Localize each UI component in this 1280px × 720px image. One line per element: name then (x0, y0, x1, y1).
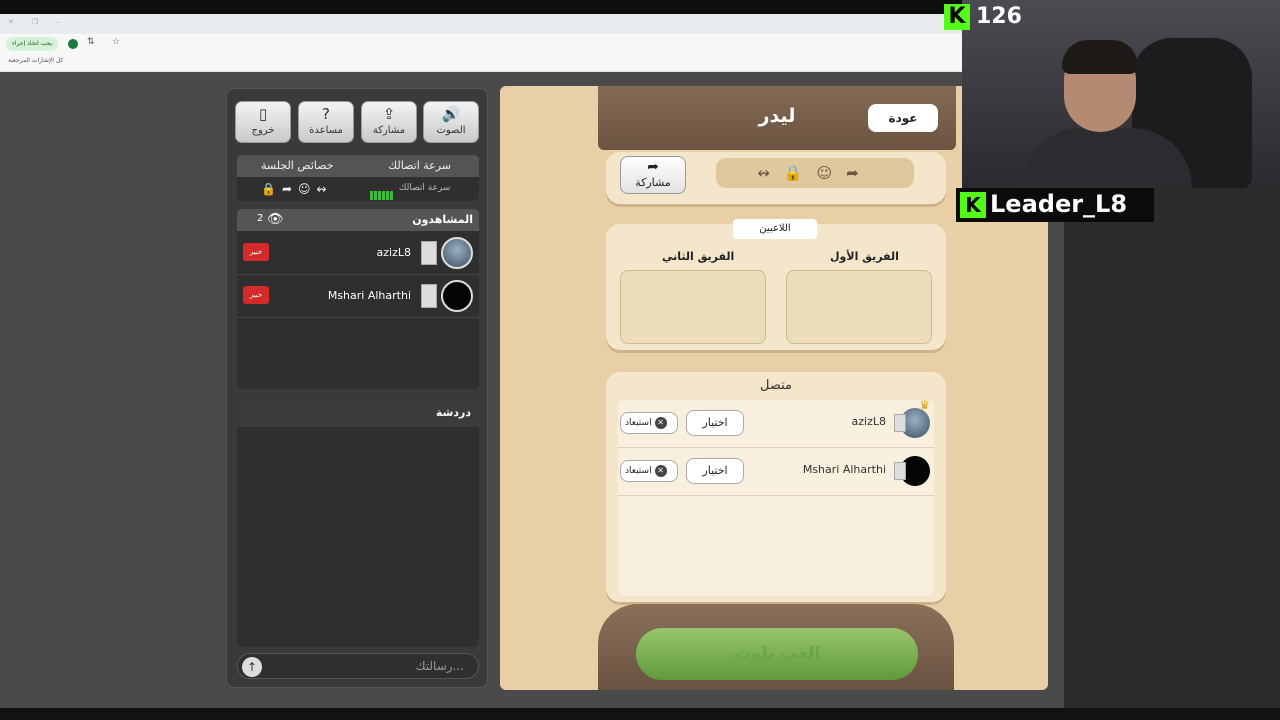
flag-icon (894, 414, 906, 432)
session-info-header: سرعة اتصالك خصائص الجلسة (237, 155, 479, 177)
viewer-row[interactable]: azizL8 خبير (237, 233, 479, 275)
profile-icon[interactable] (68, 39, 78, 49)
expert-badge: خبير (243, 243, 269, 261)
chat-panel: دردشة (237, 399, 479, 647)
online-players-list: ♛ azizL8 اختيار استبعاد ✕ Mshari Alharthi… (618, 398, 934, 596)
streamer-name: Leader_L8 (990, 190, 1128, 218)
kick-logo-icon: K (944, 4, 970, 30)
player-name: azizL8 (851, 415, 886, 428)
extensions-icon[interactable]: ⇅ (87, 37, 95, 47)
kick-button[interactable]: استبعاد ✕ (620, 412, 678, 434)
minimize-window-icon[interactable]: – (56, 18, 60, 26)
viewers-header: 2 👁 المشاهدون (237, 209, 479, 231)
flag-icon (421, 241, 437, 265)
viewers-panel: 2 👁 المشاهدون azizL8 خبير Mshari Alharth… (237, 209, 479, 389)
player-name: Mshari Alharthi (802, 463, 886, 476)
send-arrow-icon[interactable]: ↑ (242, 657, 262, 677)
connection-speed-header: سرعة اتصالك (388, 159, 451, 172)
list-item: ♛ azizL8 اختيار استبعاد ✕ (618, 398, 934, 448)
session-property-icons: 🔒➦☺↭ (261, 182, 333, 196)
session-info-box: سرعة اتصالك خصائص الجلسة 🔒➦☺↭ سرعة اتصال… (237, 155, 479, 201)
crown-icon: ♛ (919, 398, 930, 412)
exit-button[interactable]: ▯ خروج (235, 101, 291, 143)
team-two-slot[interactable] (620, 270, 766, 344)
bottom-strip (0, 708, 1280, 720)
browser-tabstrip: ✕ ❐ – (0, 14, 962, 34)
streamer-hair (1062, 40, 1138, 74)
team-one-label: الفريق الأول (830, 250, 899, 263)
chat-placeholder: رسالتك... (415, 659, 464, 673)
signal-bars-icon (370, 185, 394, 204)
connection-speed-label: سرعة اتصالك (399, 183, 451, 193)
play-baloot-button[interactable]: العب بلوت (636, 628, 918, 680)
viewer-name: azizL8 (376, 246, 411, 259)
share-icon: ⇪ (382, 105, 396, 123)
choose-button[interactable]: اختيار (686, 410, 744, 436)
eye-icon: 👁 (267, 212, 284, 227)
bookmark-star-icon[interactable]: ☆ (112, 37, 120, 47)
browser-titlebar (0, 0, 962, 14)
viewer-row[interactable]: Mshari Alharthi خبير (237, 276, 479, 318)
teams-card: اللاعبين الفريق الأول الفريق الثاني (606, 219, 946, 350)
list-item: Mshari Alharthi اختيار استبعاد ✕ (618, 448, 934, 496)
online-title: متصل (759, 378, 792, 393)
forward-arrow-icon: ➦ (647, 159, 659, 175)
online-card: متصل ♛ azizL8 اختيار استبعاد ✕ Mshari Alh… (606, 372, 946, 602)
chat-input[interactable]: ↑ رسالتك... (237, 653, 479, 679)
team-two-label: الفريق الثاني (662, 250, 735, 263)
viewers-count: 2 (257, 213, 264, 224)
team-one-slot[interactable] (786, 270, 932, 344)
streamer-name-tag: K Leader_L8 (956, 188, 1154, 222)
flag-icon (894, 462, 906, 480)
expert-badge: خبير (243, 286, 269, 304)
close-icon: ✕ (654, 464, 667, 477)
back-button[interactable]: عودة (868, 104, 938, 132)
chat-header: دردشة (237, 399, 479, 427)
close-icon: ✕ (654, 416, 667, 429)
bookmarks-bar: كل الإشارات المرجعية (0, 54, 962, 72)
speaker-icon: 🔊 (441, 105, 461, 123)
close-window-icon[interactable]: ✕ (8, 18, 14, 26)
all-bookmarks-link[interactable]: كل الإشارات المرجعية (8, 57, 63, 64)
kick-logo-icon: K (960, 192, 986, 218)
room-settings-icons[interactable]: ↭🔒☺➦ (716, 158, 914, 188)
choose-button[interactable]: اختيار (686, 458, 744, 484)
exit-icon: ▯ (258, 105, 268, 123)
viewer-name: Mshari Alharthi (327, 289, 411, 302)
lobby-header: ليدر عودة (598, 86, 956, 150)
room-share-button[interactable]: ➦ مشاركة (620, 156, 686, 194)
players-tag: اللاعبين (733, 219, 817, 239)
avatar (441, 237, 473, 269)
avatar (441, 280, 473, 312)
sound-button[interactable]: 🔊 الصوت (423, 101, 479, 143)
help-button[interactable]: ? مساعدة (298, 101, 354, 143)
follower-count: 126 (976, 4, 1022, 29)
session-properties-header: خصائص الجلسة (261, 159, 334, 172)
viewers-title: المشاهدون (412, 213, 473, 226)
chat-title: دردشة (435, 406, 471, 419)
room-options-card: ➦ مشاركة ↭🔒☺➦ (606, 152, 946, 204)
left-sidebar: 🔊 الصوت ⇪ مشاركة ? مساعدة ▯ خروج سرعة ات… (226, 88, 488, 688)
action-required-pill[interactable]: يجب اتخاذ إجراء (6, 37, 59, 51)
browser-toolbar: يجب اتخاذ إجراء ⇅ ☆ (0, 34, 962, 54)
help-icon: ? (322, 105, 330, 123)
flag-icon (421, 284, 437, 308)
restore-window-icon[interactable]: ❐ (32, 18, 38, 26)
follower-counter: K 126 (944, 2, 1034, 32)
share-button[interactable]: ⇪ مشاركة (361, 101, 417, 143)
kick-button[interactable]: استبعاد ✕ (620, 460, 678, 482)
